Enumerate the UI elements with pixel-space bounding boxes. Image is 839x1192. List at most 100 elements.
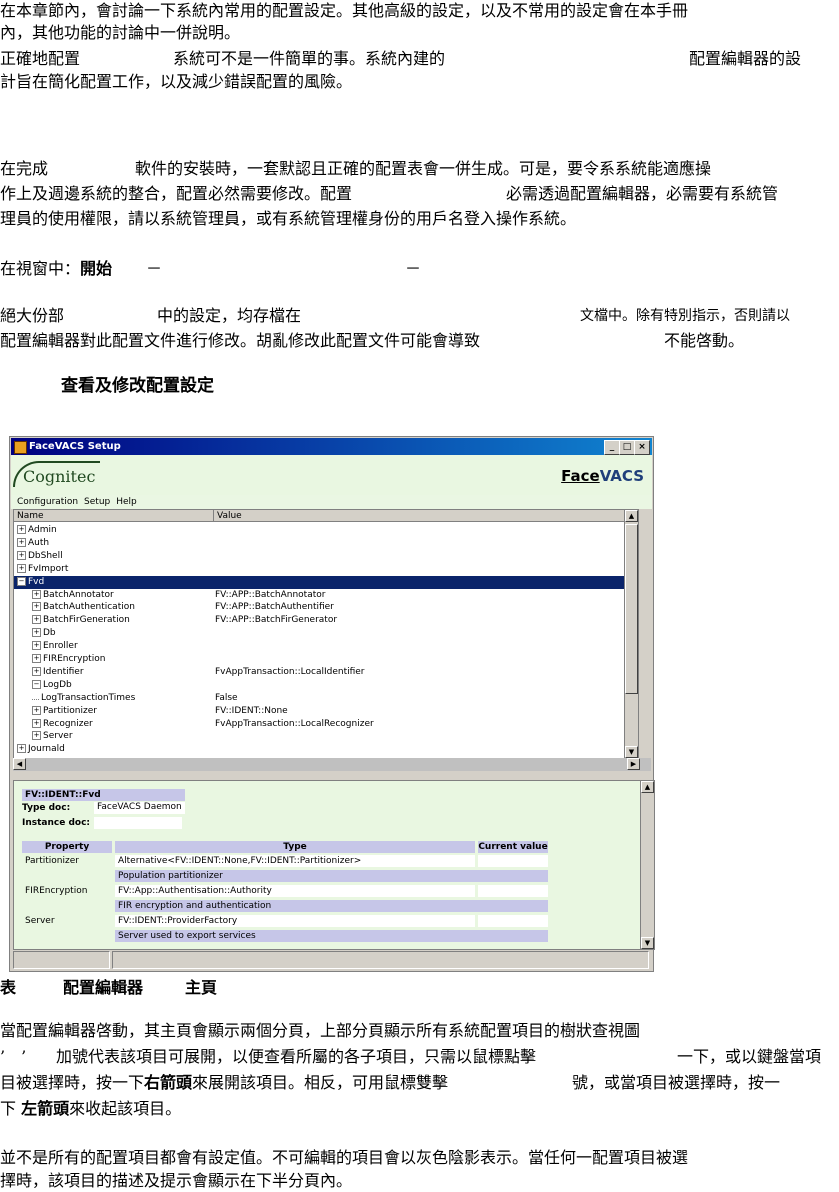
tree-row[interactable]: + BatchAuthentication FV::APP::BatchAuthen…	[14, 601, 638, 614]
property-type: FV::App::Authentisation::Authority	[115, 885, 475, 897]
expand-icon[interactable]: +	[17, 537, 26, 547]
expand-icon[interactable]: +	[32, 731, 41, 741]
tree-row[interactable]: LogTransactionTimes False	[14, 692, 638, 705]
tree-row[interactable]: + Enroller	[14, 640, 638, 653]
expand-icon[interactable]: +	[32, 589, 41, 599]
tree-row-label: Fvd	[28, 576, 45, 587]
cognitec-logo: Cognitec	[23, 467, 96, 486]
paragraph-text: 配置編輯器對此配置文件進行修改。胡亂修改此配置文件可能會導致 不能啓動。	[0, 330, 744, 352]
tree-row-label: Server	[43, 731, 73, 742]
scroll-up-arrow-icon[interactable]: ▲	[625, 510, 638, 522]
expand-icon[interactable]: +	[32, 666, 41, 676]
instance-doc-label: Instance doc:	[22, 818, 91, 828]
scroll-left-arrow-icon[interactable]: ◀	[13, 758, 26, 770]
property-current-value[interactable]	[478, 915, 548, 927]
expand-icon[interactable]: +	[32, 602, 41, 612]
paragraph-text: 內，其他功能的討論中一併說明。	[0, 23, 241, 42]
property-current-value[interactable]	[478, 885, 548, 897]
expand-icon[interactable]: +	[32, 654, 41, 663]
tree-row[interactable]: + FvImport	[14, 563, 638, 576]
minimize-button[interactable]: _	[604, 440, 620, 455]
column-header-name[interactable]: Name	[14, 510, 214, 522]
scroll-right-arrow-icon[interactable]: ▶	[627, 758, 640, 770]
tree-row-name: LogTransactionTimes	[32, 692, 135, 705]
instance-doc-value[interactable]	[94, 817, 182, 829]
text-run: 配置編輯器的設	[689, 49, 802, 68]
tree-row[interactable]: − Fvd	[14, 575, 638, 589]
text-run: 來收起該項目。	[69, 1099, 182, 1118]
tree-row-label: Identifier	[43, 666, 84, 677]
tree-row[interactable]: + Server	[14, 730, 638, 743]
text-run: 配置編輯器對此配置文件進行修改。胡亂修改此配置文件可能會導致	[0, 331, 481, 350]
tree-row-label: BatchAuthentication	[43, 602, 135, 613]
tree-row[interactable]: + Auth	[14, 537, 638, 550]
expand-icon[interactable]: +	[32, 641, 41, 651]
paragraph-text: 絕大份部 中的設定，均存檔在 文檔中。除有特別指示，否則請以	[0, 305, 790, 327]
paragraph-text: 理員的使用權限，請以系統管理員，或有系統管理權身份的用戶名登入操作系統。	[0, 209, 577, 228]
text-run: 正確地配置	[0, 49, 81, 68]
property-current-value[interactable]	[478, 855, 548, 867]
expand-icon[interactable]: +	[32, 718, 41, 728]
tree-row[interactable]: + Recognizer FvAppTransaction::LocalRecogn…	[14, 718, 638, 731]
tree-horizontal-scrollbar[interactable]: ◀ ▶	[13, 758, 651, 771]
caption-label: 表	[0, 978, 17, 997]
text-run: 作上及週邊系統的整合，配置必然需要修改。配置	[0, 184, 353, 203]
tree-row[interactable]: + Identifier FvAppTransaction::LocalIdenti…	[14, 666, 638, 679]
expand-icon[interactable]: +	[17, 525, 26, 534]
scroll-thumb[interactable]	[625, 524, 638, 694]
text-run: 不能啓動。	[664, 331, 745, 350]
status-bar	[13, 951, 649, 969]
scroll-up-arrow-icon[interactable]: ▲	[641, 781, 654, 793]
tree-row[interactable]: + FIREncryption	[14, 653, 638, 666]
tree-row[interactable]: + Journald	[14, 743, 638, 756]
paragraph-text: 在完成 軟件的安裝時，一套默認且正確的配置表會一併生成。可是，要令系系統能適應操	[0, 158, 711, 180]
paragraph-text: ’ ’ 加號代表該項目可展開，以便查看所屬的各子項目，只需以鼠標點擊 一下，或以鍵盤…	[0, 1046, 821, 1068]
scroll-down-arrow-icon[interactable]: ▼	[625, 746, 638, 758]
text-run: 文檔中。除有特別指示，否則請以	[580, 308, 790, 324]
tree-row[interactable]: + Partitionizer FV::IDENT::None	[14, 705, 638, 718]
collapse-icon[interactable]: −	[17, 576, 26, 586]
detail-vertical-scrollbar[interactable]: ▲ ▼	[640, 781, 654, 949]
tree-row[interactable]: + BatchFirGeneration FV::APP::BatchFirGene…	[14, 614, 638, 627]
tree-vertical-scrollbar[interactable]: ▲ ▼	[624, 510, 638, 758]
tree-row-name: + Db	[32, 627, 56, 640]
menu-help[interactable]: Help	[116, 495, 137, 509]
column-header-value[interactable]: Value	[214, 510, 638, 522]
paragraph-text: 當配置編輯器啓動，其主頁會顯示兩個分頁，上部分頁顯示所有系統配置項目的樹狀查視圖	[0, 1021, 641, 1040]
tree-row[interactable]: + Db	[14, 627, 638, 640]
left-arrow-key-label: 左箭頭	[21, 1099, 70, 1118]
tree-row-name: + Journald	[17, 743, 65, 756]
expand-icon[interactable]: +	[17, 550, 26, 560]
tree-row-value: FvAppTransaction::LocalRecognizer	[215, 718, 374, 729]
tree-row-name: + Recognizer	[32, 718, 93, 731]
expand-icon[interactable]: +	[17, 744, 26, 754]
text-run: 目被選擇時，按一下	[0, 1073, 145, 1092]
tree-row-label: Db	[43, 628, 56, 639]
facevacs-brand: FaceVACS	[561, 467, 644, 485]
tree-row[interactable]: + DbShell	[14, 550, 638, 563]
expand-icon[interactable]: +	[32, 705, 41, 715]
current-value-column-header: Current value	[478, 841, 548, 853]
detail-title: FV::IDENT::Fvd	[22, 789, 185, 801]
tree-row-label: DbShell	[28, 550, 63, 561]
maximize-button[interactable]: □	[619, 440, 635, 455]
text-run: 必需透過配置編輯器，必需要有系統管	[506, 184, 779, 203]
tree-row[interactable]: + BatchAnnotator FV::APP::BatchAnnotator	[14, 589, 638, 602]
expand-icon[interactable]: +	[32, 615, 41, 625]
tree-row-name: + FIREncryption	[32, 653, 105, 666]
text-run: 一下，或以鍵盤當項	[677, 1047, 822, 1066]
tree-row-name: + BatchAuthentication	[32, 601, 135, 614]
close-button[interactable]: ×	[634, 440, 650, 455]
menu-configuration[interactable]: Configuration	[17, 495, 78, 509]
text-run: 在視窗中：	[0, 259, 81, 278]
tree-row-label: Enroller	[43, 641, 78, 652]
detail-pane: FV::IDENT::Fvd Type doc: FaceVACS Daemon…	[13, 780, 655, 950]
expand-icon[interactable]: +	[17, 563, 26, 573]
scroll-down-arrow-icon[interactable]: ▼	[641, 937, 654, 949]
text-run: 加號代表該項目可展開，以便查看所屬的各子項目，只需以鼠標點擊	[56, 1047, 537, 1066]
tree-row[interactable]: + Admin	[14, 524, 638, 537]
collapse-icon[interactable]: −	[32, 679, 41, 689]
tree-row[interactable]: − LogDb	[14, 679, 638, 692]
menu-setup[interactable]: Setup	[84, 495, 110, 509]
expand-icon[interactable]: +	[32, 628, 41, 638]
